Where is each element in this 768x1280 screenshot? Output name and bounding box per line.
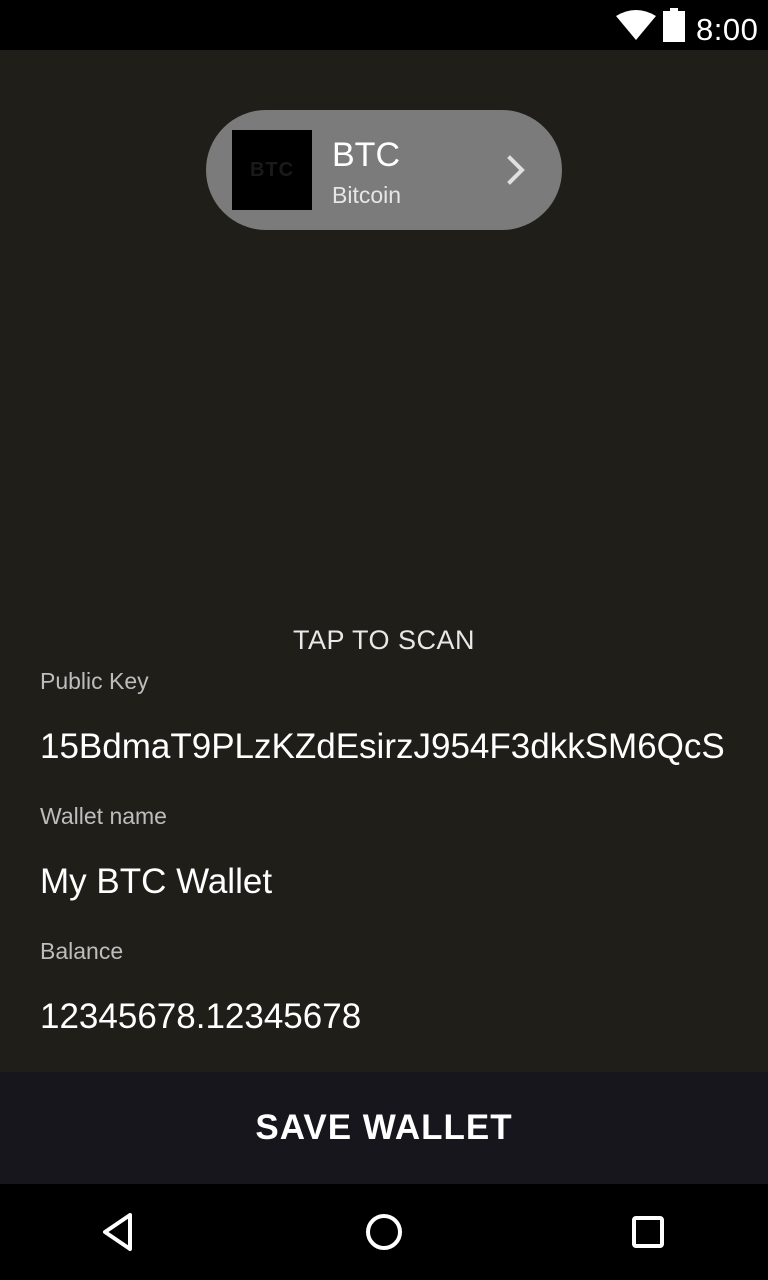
wallet-name-label: Wallet name — [40, 803, 167, 829]
navigation-bar — [0, 1184, 768, 1280]
public-key-field[interactable]: 15BdmaT9PLzKZdEsirzJ954F3dkkSM6QcS — [40, 724, 740, 770]
public-key-label: Public Key — [40, 668, 149, 694]
coin-logo-text: BTC — [249, 158, 295, 181]
save-wallet-button[interactable]: SAVE WALLET — [0, 1072, 768, 1184]
back-triangle-icon[interactable] — [96, 1208, 144, 1256]
coin-selector-button[interactable]: BTC BTC Bitcoin — [206, 110, 562, 230]
status-time: 8:00 — [696, 12, 759, 47]
balance-field[interactable]: 12345678.12345678 — [40, 994, 740, 1040]
wallet-name-field[interactable]: My BTC Wallet — [40, 859, 740, 905]
wallet-editor-screen: 8:00 BTC BTC Bitcoin TAP TO SCAN Public … — [0, 0, 768, 1280]
coin-name: Bitcoin — [332, 182, 402, 208]
coin-logo: BTC — [232, 130, 312, 210]
wifi-icon — [616, 10, 656, 40]
chevron-right-icon — [507, 155, 525, 185]
tap-to-scan-button[interactable]: TAP TO SCAN — [0, 620, 768, 660]
recents-square-icon[interactable] — [624, 1208, 672, 1256]
battery-icon — [663, 8, 685, 42]
balance-label: Balance — [40, 938, 124, 964]
save-wallet-label: SAVE WALLET — [255, 1108, 513, 1147]
coin-symbol: BTC — [332, 136, 400, 174]
home-circle-icon[interactable] — [360, 1208, 408, 1256]
status-bar: 8:00 — [0, 0, 768, 50]
